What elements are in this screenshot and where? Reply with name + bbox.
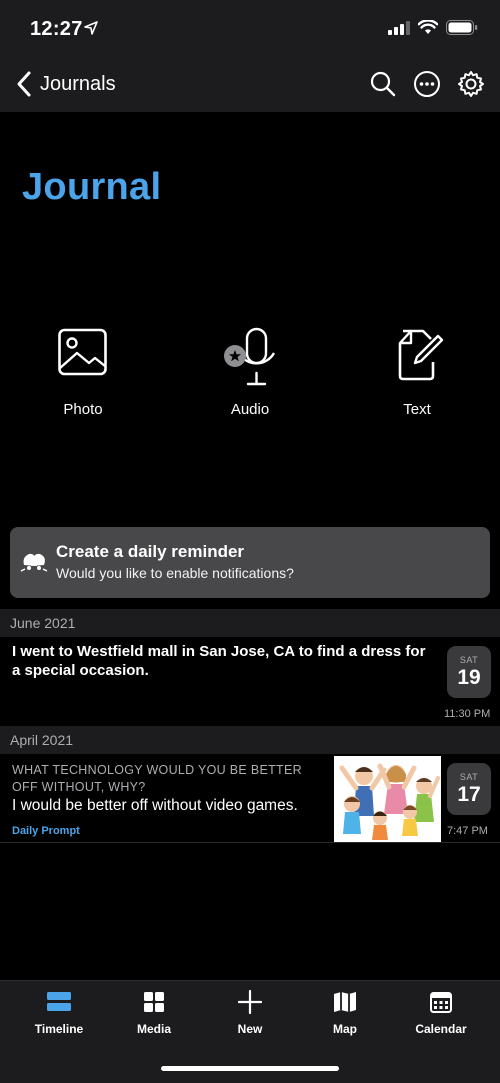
entry-time: 7:47 PM xyxy=(447,825,488,837)
map-icon xyxy=(334,992,356,1012)
tab-media[interactable]: Media xyxy=(106,989,202,1036)
back-label: Journals xyxy=(40,72,116,95)
reminder-subtitle: Would you like to enable notifications? xyxy=(56,565,294,581)
cellular-signal-icon xyxy=(388,20,410,40)
calendar-icon xyxy=(430,992,452,1013)
prompt-question: WHAT TECHNOLOGY WOULD YOU BE BETTER OFF … xyxy=(12,763,302,794)
section-header-label: April 2021 xyxy=(10,732,74,748)
date-badge: SAT 17 xyxy=(447,763,491,815)
photo-icon xyxy=(58,328,107,376)
microphone-icon xyxy=(224,327,276,386)
media-grid-icon xyxy=(144,992,164,1012)
text-entry-button[interactable]: Text xyxy=(357,326,477,418)
text-label: Text xyxy=(403,401,431,418)
back-button[interactable]: Journals xyxy=(16,70,116,98)
date-day: 19 xyxy=(457,666,481,689)
section-header-june: June 2021 xyxy=(0,609,500,637)
photo-label: Photo xyxy=(63,401,103,418)
entry-text: I would be better off without video game… xyxy=(12,797,298,814)
photo-entry-button[interactable]: Photo xyxy=(23,326,143,418)
tab-label: Map xyxy=(333,1022,357,1036)
date-weekday: SAT xyxy=(459,655,479,665)
tab-label: Timeline xyxy=(34,1022,84,1036)
tab-calendar[interactable]: Calendar xyxy=(393,989,489,1036)
tab-label: Calendar xyxy=(415,1022,467,1036)
text-edit-icon xyxy=(398,329,444,381)
audio-label: Audio xyxy=(230,401,270,418)
tab-label: Media xyxy=(136,1022,171,1036)
date-day: 17 xyxy=(457,783,481,806)
section-header-label: June 2021 xyxy=(10,615,76,631)
battery-icon xyxy=(446,20,478,40)
home-indicator[interactable] xyxy=(161,1066,339,1071)
entry-photo-thumbnail xyxy=(334,756,441,842)
status-bar: 12:27 xyxy=(0,0,500,58)
more-icon[interactable] xyxy=(412,69,442,99)
plus-icon xyxy=(238,990,262,1014)
reminder-title: Create a daily reminder xyxy=(56,542,245,561)
journal-entry[interactable]: I went to Westfield mall in San Jose, CA… xyxy=(0,637,500,725)
navigation-bar: Journals xyxy=(0,58,500,112)
section-header-april: April 2021 xyxy=(0,726,500,754)
entry-text: I went to Westfield mall in San Jose, CA… xyxy=(12,643,426,679)
entry-type-buttons: Photo Audio Text xyxy=(0,326,500,426)
entry-time: 11:30 PM xyxy=(444,708,491,720)
date-badge: SAT 19 xyxy=(447,646,491,698)
bells-icon xyxy=(20,549,48,580)
tab-label: New xyxy=(237,1022,263,1036)
gear-icon[interactable] xyxy=(456,69,486,99)
page-title: Journal xyxy=(22,166,162,208)
daily-reminder-banner[interactable]: Create a daily reminder Would you like t… xyxy=(10,527,490,598)
daily-prompt-tag: Daily Prompt xyxy=(12,825,80,837)
search-icon[interactable] xyxy=(368,69,398,99)
status-time: 12:27 xyxy=(30,18,83,40)
location-arrow-icon xyxy=(84,21,98,40)
date-weekday: SAT xyxy=(459,772,479,782)
chevron-left-icon xyxy=(17,71,31,97)
status-indicators xyxy=(388,19,478,40)
timeline-icon xyxy=(47,992,71,1011)
audio-entry-button[interactable]: Audio xyxy=(190,326,310,418)
wifi-icon xyxy=(417,19,439,40)
tab-map[interactable]: Map xyxy=(297,989,393,1036)
list-divider xyxy=(0,842,500,843)
tab-new[interactable]: New xyxy=(202,989,298,1036)
journal-entry[interactable]: WHAT TECHNOLOGY WOULD YOU BE BETTER OFF … xyxy=(0,754,500,842)
tab-timeline[interactable]: Timeline xyxy=(11,989,107,1036)
